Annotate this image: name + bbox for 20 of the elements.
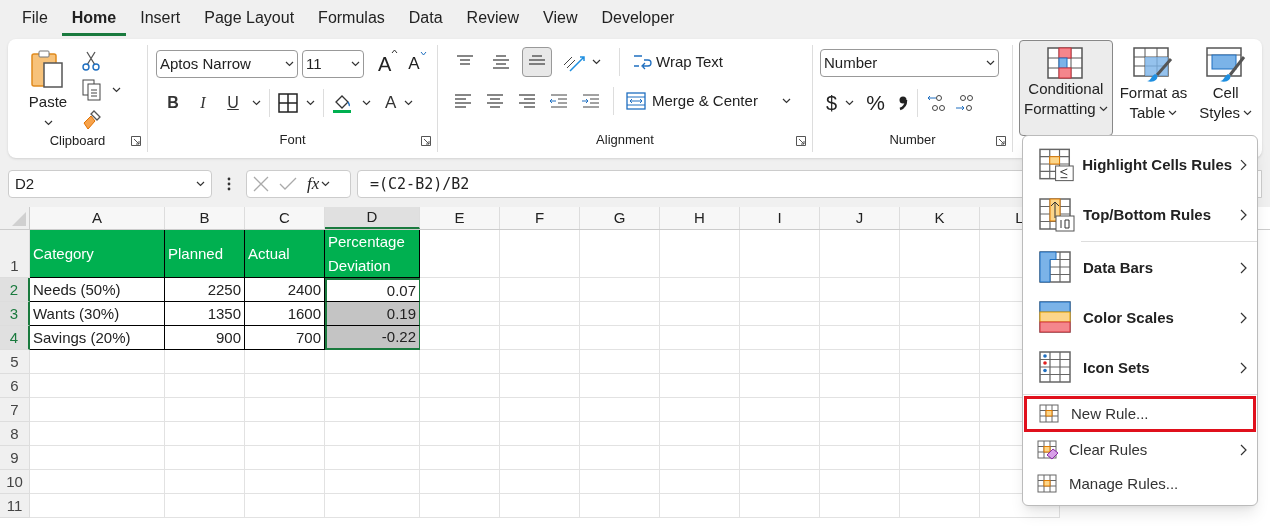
table-cell: 2400: [245, 278, 325, 302]
table-cell: -0.22: [325, 326, 420, 350]
table-cell: 1350: [165, 302, 245, 326]
header-cell: Category: [30, 230, 165, 278]
header-cell: Actual: [245, 230, 325, 278]
header-cell: Planned: [165, 230, 245, 278]
group-label: Clipboard: [48, 132, 107, 150]
table-cell: Wants (30%): [30, 302, 165, 326]
table-cell: Needs (50%): [30, 278, 165, 302]
table-cell: 900: [165, 326, 245, 350]
table-cell: 2250: [165, 278, 245, 302]
table-cell: Savings (20%): [30, 326, 165, 350]
table-cell: 1600: [245, 302, 325, 326]
table-cell: 700: [245, 326, 325, 350]
group-label: Alignment: [595, 131, 655, 149]
header-cell: Percentage Deviation: [325, 230, 420, 278]
group-label: Font: [278, 131, 307, 149]
table-cell: 0.19: [325, 302, 420, 326]
table-cell: 0.07: [325, 278, 420, 302]
group-label: Number: [888, 131, 937, 149]
